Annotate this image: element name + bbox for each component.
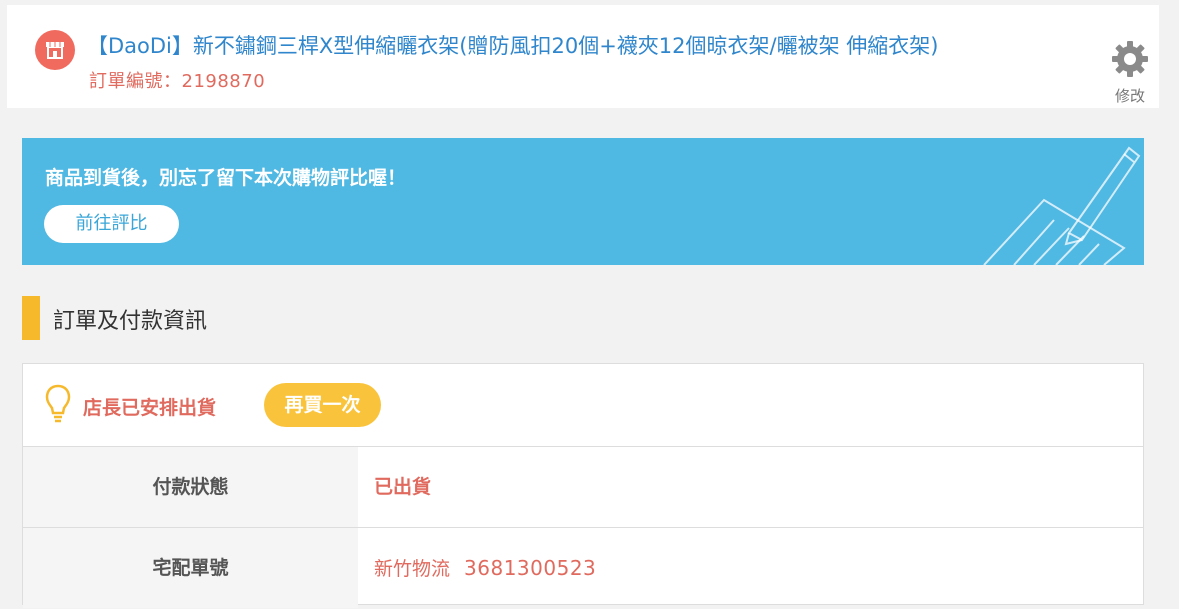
gear-icon xyxy=(1112,41,1148,77)
tracking-number-label: 宅配單號 xyxy=(23,528,358,608)
edit-label: 修改 xyxy=(1114,87,1145,105)
review-banner: 商品到貨後，別忘了留下本次購物評比喔！ 前往評比 xyxy=(22,138,1144,265)
order-info-card: 店長已安排出貨 再買一次 付款狀態 已出貨 宅配單號 新竹物流 368130052… xyxy=(22,363,1144,608)
order-number: 訂單編號：2198870 xyxy=(89,71,266,92)
tracking-value: 新竹物流 3681300523 xyxy=(374,528,596,609)
lightbulb-icon xyxy=(45,384,71,423)
pen-paper-icon xyxy=(983,146,1141,265)
section-title: 訂單及付款資訊 xyxy=(53,309,208,334)
edit-button[interactable]: 修改 xyxy=(1101,35,1159,111)
order-header: 【DaoDi】新不鏽鋼三桿X型伸縮曬衣架(贈防風扣20個+襪夾12個晾衣架/曬被… xyxy=(7,5,1159,108)
product-title[interactable]: 【DaoDi】新不鏽鋼三桿X型伸縮曬衣架(贈防風扣20個+襪夾12個晾衣架/曬被… xyxy=(87,32,938,60)
banner-text: 商品到貨後，別忘了留下本次購物評比喔！ xyxy=(45,167,407,189)
shipping-status-text: 店長已安排出貨 xyxy=(83,397,217,419)
tracking-number-row: 宅配單號 新竹物流 3681300523 xyxy=(23,528,1143,608)
payment-status-row: 付款狀態 已出貨 xyxy=(23,447,1143,528)
carrier-name: 新竹物流 xyxy=(374,558,451,580)
payment-status-value: 已出貨 xyxy=(374,476,432,498)
store-icon[interactable] xyxy=(35,30,75,70)
tracking-number-link[interactable]: 3681300523 xyxy=(464,556,596,580)
go-review-button[interactable]: 前往評比 xyxy=(44,205,179,243)
shipping-status-row: 店長已安排出貨 再買一次 xyxy=(23,364,1143,447)
buy-again-button[interactable]: 再買一次 xyxy=(264,383,381,427)
payment-status-label: 付款狀態 xyxy=(23,447,358,527)
section-accent-bar xyxy=(22,296,40,340)
